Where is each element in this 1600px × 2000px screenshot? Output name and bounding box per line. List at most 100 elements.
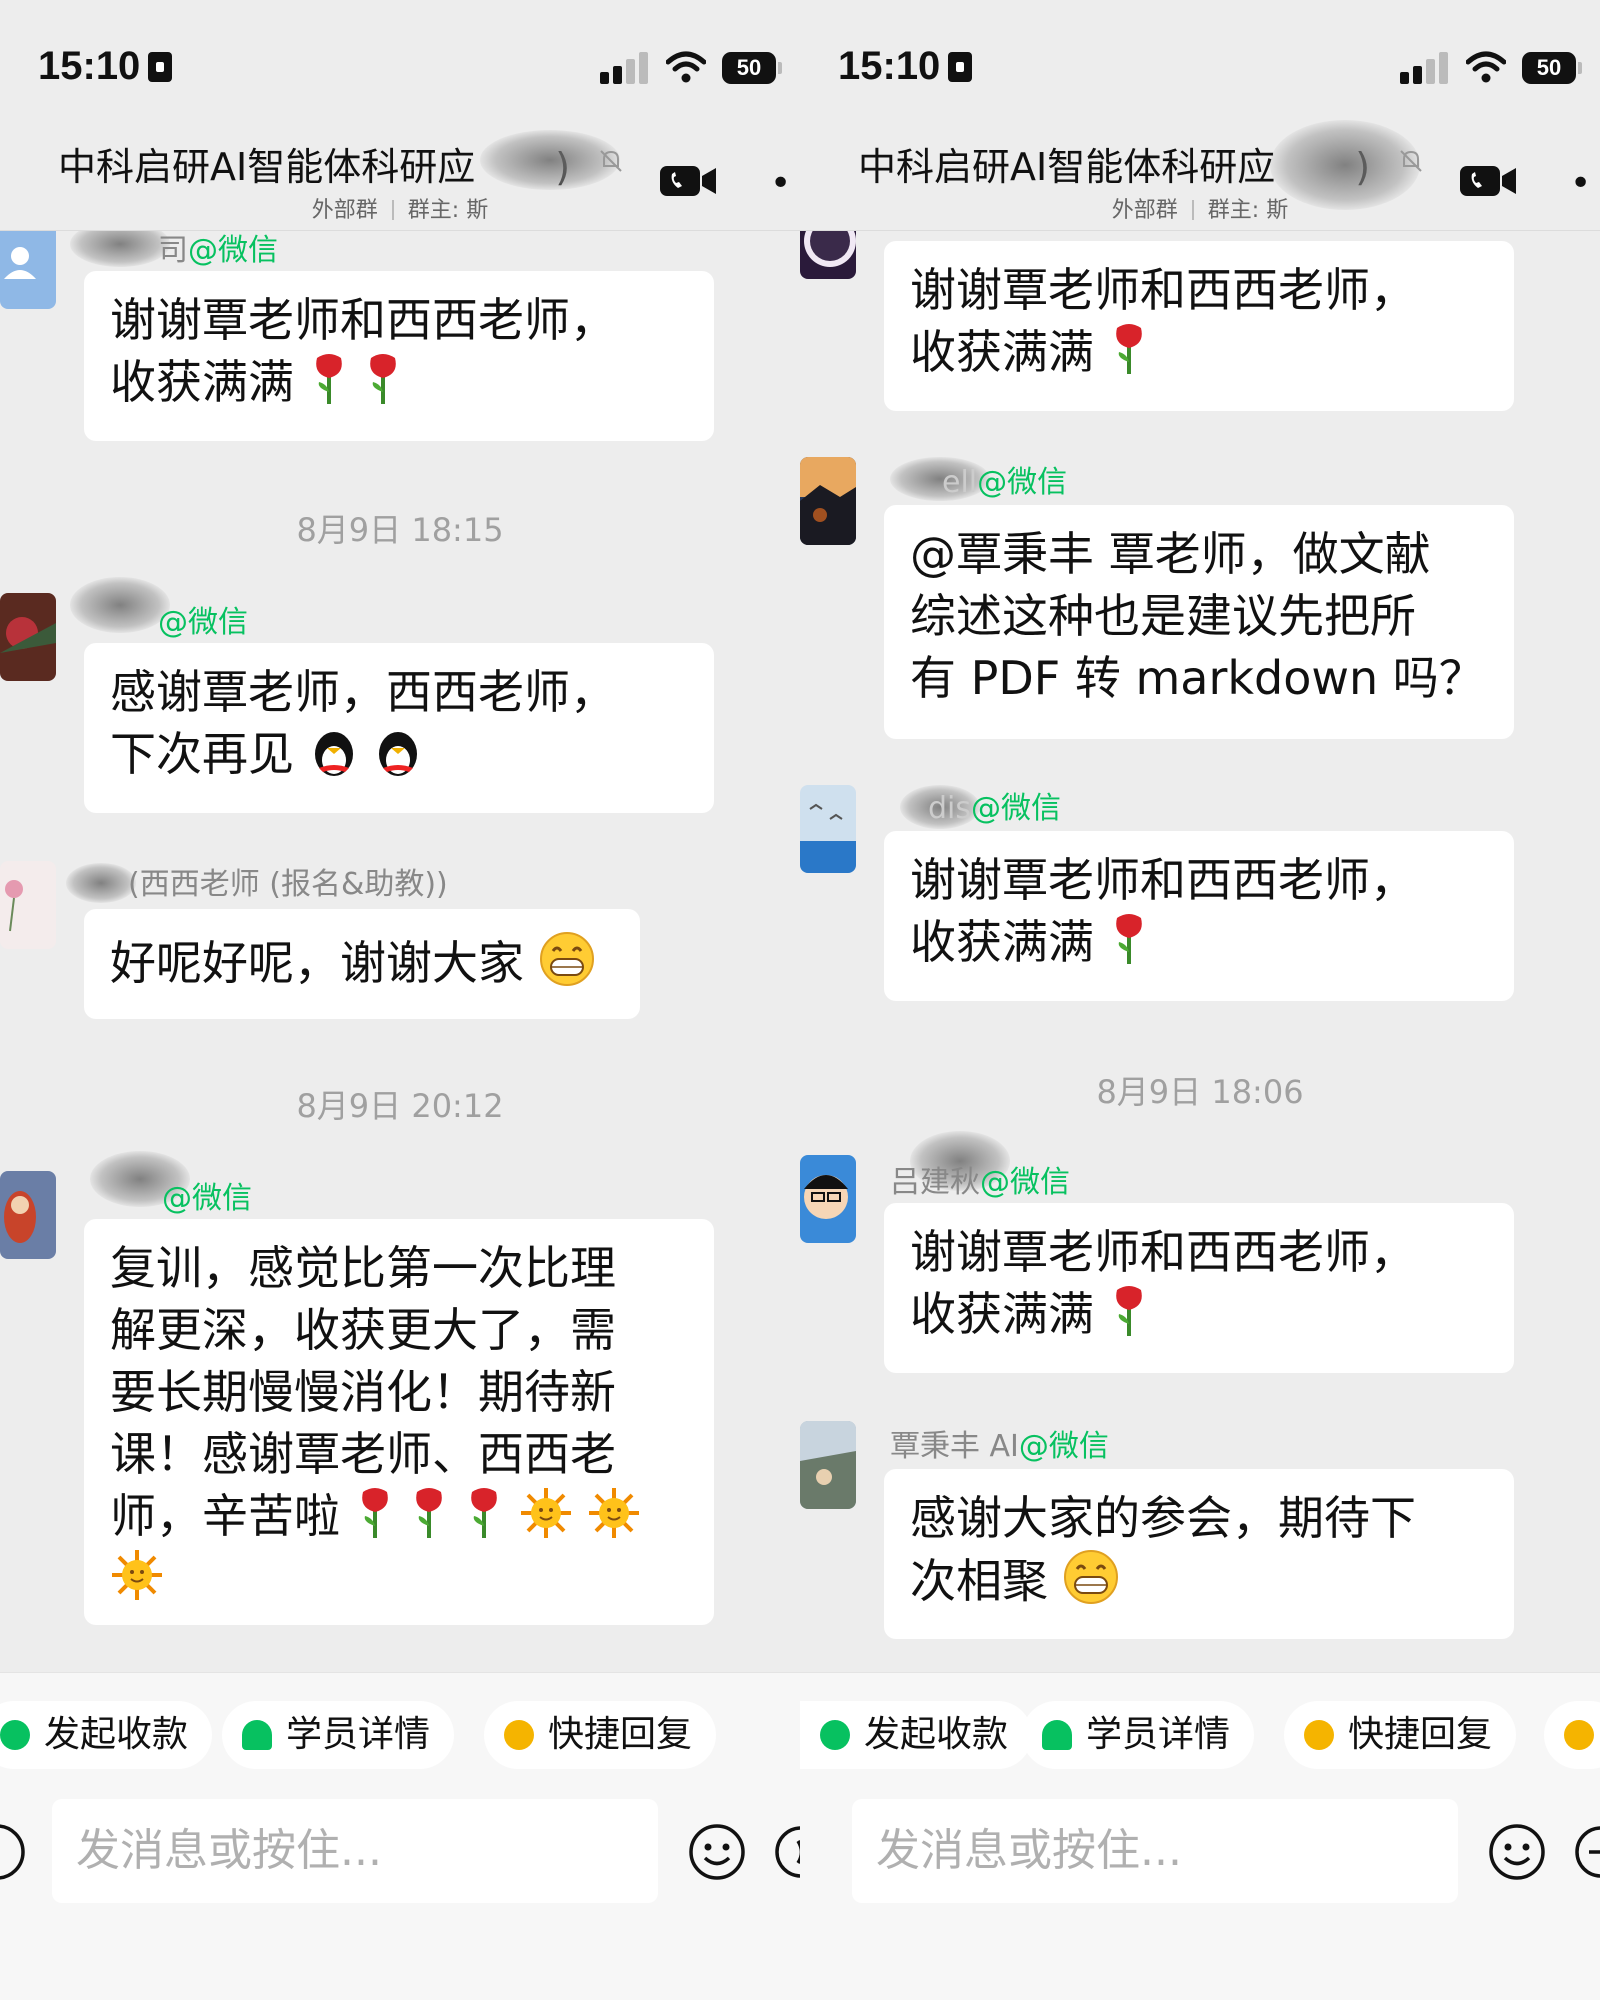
sun-emoji — [520, 1488, 571, 1538]
battery-indicator: 50 — [1522, 52, 1582, 84]
message-line: 复训，感觉比第一次比理 — [110, 1241, 616, 1295]
message-line — [110, 1547, 688, 1609]
collect-payment-chip[interactable]: 发起收款 — [800, 1701, 1033, 1769]
more-icon[interactable]: •• — [770, 166, 800, 202]
lock-icon — [948, 52, 973, 82]
message-bubble[interactable]: 谢谢覃老师和西西老师， 收获满满 — [884, 1203, 1514, 1373]
input-bar: 发起收款 学员详情 快捷回复 发消息或按住... — [800, 1672, 1600, 2000]
wifi-icon — [1466, 51, 1506, 83]
message-bubble[interactable]: 感谢覃老师，西西老师， 下次再见 — [84, 643, 714, 813]
avatar[interactable] — [0, 1171, 56, 1259]
signal-icon — [1400, 52, 1448, 84]
chat-bubble-icon — [504, 1720, 534, 1750]
avatar[interactable] — [800, 457, 856, 545]
student-details-chip[interactable]: 学员详情 — [1022, 1701, 1255, 1769]
mute-bell-icon — [1400, 150, 1422, 172]
sun-emoji — [589, 1488, 640, 1538]
sender-name: 覃秉丰 AI@微信 — [890, 1429, 1109, 1464]
avatar[interactable] — [0, 861, 56, 949]
emoji-icon[interactable] — [688, 1823, 746, 1881]
signal-icon — [600, 52, 648, 84]
input-bar: 发起收款 学员详情 快捷回复 发消息或按住... — [0, 1672, 800, 2000]
message-line: 收获满满 — [910, 911, 1488, 973]
redaction-scribble — [66, 863, 136, 903]
user-icon — [242, 1720, 272, 1750]
message-bubble[interactable]: 谢谢覃老师和西西老师， 收获满满 — [84, 271, 714, 441]
message-line: 谢谢覃老师和西西老师， — [910, 853, 1416, 907]
message-line: 好呢好呢，谢谢大家 — [110, 931, 614, 994]
mute-bell-icon — [600, 150, 622, 172]
more-icon[interactable]: •• — [1570, 166, 1600, 202]
message-bubble[interactable]: 复训，感觉比第一次比理 解更深，收获更大了，需 要长期慢慢消化！期待新 课！感谢… — [84, 1219, 714, 1625]
message-input[interactable]: 发消息或按住... — [852, 1799, 1458, 1903]
message-line: 下次再见 — [110, 723, 688, 785]
avatar[interactable] — [800, 785, 856, 873]
message-bubble[interactable]: 谢谢覃老师和西西老师， 收获满满 — [884, 241, 1514, 411]
message-input[interactable]: 发消息或按住... — [52, 1799, 658, 1903]
message-line: 有 PDF 转 markdown 吗？ — [910, 651, 1485, 705]
avatar[interactable] — [800, 1155, 856, 1243]
collect-payment-chip[interactable]: 发起收款 — [0, 1701, 213, 1769]
sun-emoji — [112, 1550, 162, 1600]
chat-bubble-icon — [1564, 1720, 1594, 1750]
quick-reply-chip[interactable]: 快捷回复 — [1284, 1701, 1517, 1769]
rose-emoji — [361, 1488, 388, 1538]
message-line: 课！感谢覃老师、西西老 — [110, 1427, 616, 1481]
message-bubble[interactable]: 好呢好呢，谢谢大家 — [84, 909, 640, 1019]
rose-emoji — [1115, 1286, 1142, 1336]
sender-name: ell@微信 — [942, 465, 1068, 500]
penguin-emoji — [379, 732, 418, 776]
battery-indicator: 50 — [722, 52, 782, 84]
status-bar: 15:10 50 — [800, 0, 1600, 120]
payment-icon — [820, 1720, 850, 1750]
avatar[interactable] — [0, 593, 56, 681]
chat-bubble-icon — [1304, 1720, 1334, 1750]
sender-name: 吕建秋@微信 — [890, 1165, 1070, 1200]
rose-emoji — [1115, 324, 1142, 374]
message-line: 综述这种也是建议先把所 — [910, 589, 1416, 643]
student-details-chip[interactable]: 学员详情 — [222, 1701, 455, 1769]
message-list: 司@微信 谢谢覃老师和西西老师， 收获满满 8月9日 18:15 @微信 感谢覃… — [0, 231, 800, 1671]
message-line: 收获满满 — [110, 351, 688, 413]
message-list: 谢谢覃老师和西西老师， 收获满满 ell@微信 @覃秉丰 覃老师，做文献 综述这… — [800, 231, 1600, 1671]
message-line: @覃秉丰 覃老师，做文献 — [910, 527, 1431, 581]
rose-emoji — [471, 1488, 497, 1538]
rose-emoji — [416, 1488, 443, 1538]
message-line: 师，辛苦啦 — [110, 1485, 688, 1547]
avatar[interactable] — [800, 231, 856, 279]
rose-emoji — [370, 354, 397, 404]
redaction-scribble — [70, 231, 170, 267]
quick-reply-chip[interactable]: 快捷回复 — [484, 1701, 717, 1769]
message-line: 感谢大家的参会，期待下 — [910, 1491, 1416, 1545]
message-line: 谢谢覃老师和西西老师， — [110, 293, 616, 347]
status-time: 15:10 — [38, 44, 173, 89]
left-screenshot: 15:10 50 中科启研AI智能体科研应) •• 外部群群主: 斯 司@微信 … — [0, 0, 800, 2000]
message-line: 要长期慢慢消化！期待新 — [110, 1365, 616, 1419]
avatar[interactable] — [0, 231, 56, 309]
message-line: 收获满满 — [910, 1283, 1488, 1345]
message-line: 谢谢覃老师和西西老师， — [910, 1225, 1416, 1279]
timestamp: 8月9日 18:06 — [1096, 1073, 1304, 1111]
message-bubble[interactable]: @覃秉丰 覃老师，做文献 综述这种也是建议先把所 有 PDF 转 markdow… — [884, 505, 1514, 739]
message-line: 收获满满 — [910, 321, 1488, 383]
message-bubble[interactable]: 感谢大家的参会，期待下 次相聚 — [884, 1469, 1514, 1639]
payment-icon — [0, 1720, 30, 1750]
rose-emoji — [1115, 914, 1142, 964]
voice-icon[interactable] — [0, 1823, 26, 1881]
wifi-icon — [666, 51, 706, 83]
emoji-icon[interactable] — [1488, 1823, 1546, 1881]
voice-icon[interactable] — [772, 1823, 800, 1881]
group-subtitle: 外部群 群主: 斯 — [1111, 198, 1289, 223]
group-subtitle: 外部群 群主: 斯 — [311, 198, 489, 223]
lock-icon — [148, 52, 173, 82]
status-bar: 15:10 50 — [0, 0, 800, 120]
avatar[interactable] — [800, 1421, 856, 1509]
plus-icon[interactable] — [1572, 1823, 1600, 1881]
sender-name: 司@微信 — [158, 233, 278, 268]
rose-emoji — [315, 354, 342, 404]
more-chip[interactable] — [1544, 1701, 1600, 1769]
right-screenshot: 15:10 50 中科启研AI智能体科研应) •• 外部群群主: 斯 谢谢覃老师… — [800, 0, 1600, 2000]
message-bubble[interactable]: 谢谢覃老师和西西老师， 收获满满 — [884, 831, 1514, 1001]
message-line: 谢谢覃老师和西西老师， — [910, 263, 1416, 317]
grin-emoji — [539, 932, 594, 986]
